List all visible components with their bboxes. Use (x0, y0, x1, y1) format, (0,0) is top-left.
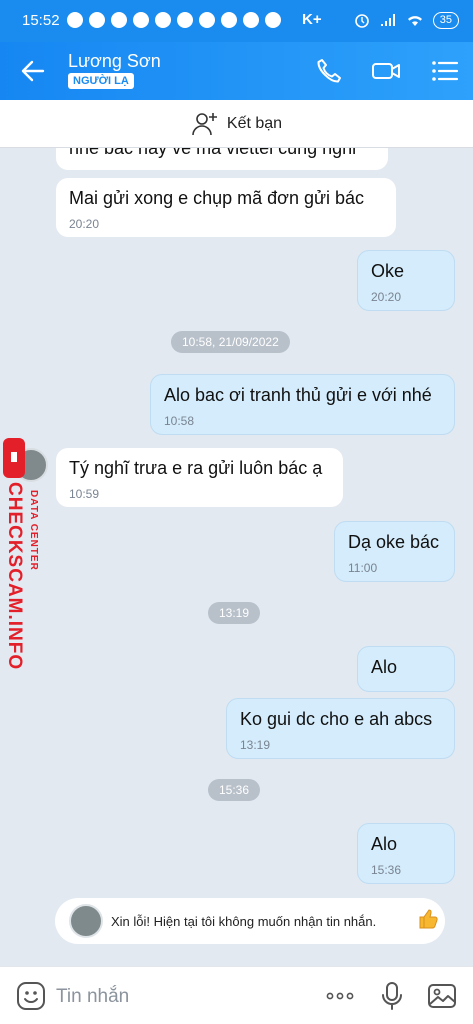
message-text: Mai gửi xong e chụp mã đơn gửi bác (69, 188, 365, 208)
date-separator: 13:19 (208, 602, 261, 624)
message-bubble[interactable]: Tý nghĩ trưa e ra gửi luôn bác ạ 10:59 (56, 448, 343, 507)
message-notification-icon (67, 12, 83, 28)
facebook-icon (89, 12, 105, 28)
contact-avatar (69, 904, 103, 938)
app-icon (243, 12, 259, 28)
message-text: Dạ oke bác (348, 532, 440, 552)
message-time: 10:59 (69, 487, 100, 501)
message-text: Oke (371, 261, 405, 281)
message-bubble[interactable]: Alo bac ơi tranh thủ gửi e với nhé 10:58 (150, 374, 455, 435)
thumbs-up-icon[interactable] (411, 902, 445, 936)
back-arrow-icon[interactable] (18, 56, 48, 86)
checkscam-watermark: CHECKSCAM.INFO DATA CENTER (3, 438, 39, 670)
menu-list-icon[interactable] (430, 56, 460, 86)
message-bubble[interactable]: nhé bác hay về mã viettel cũng nghỉ (56, 148, 388, 170)
phone-icon[interactable] (314, 56, 344, 86)
battery-indicator: 35 (432, 11, 459, 29)
message-input[interactable]: Tin nhắn (56, 986, 129, 1008)
facebook-icon (155, 12, 171, 28)
notification-icons (67, 12, 281, 28)
status-time: 15:52 (22, 12, 60, 29)
message-text: Tý nghĩ trưa e ra gửi luôn bác ạ (69, 458, 323, 478)
blocked-notice-text: Xin lỗi! Hiện tại tôi không muốn nhận ti… (111, 913, 377, 929)
message-bubble[interactable]: Dạ oke bác 11:00 (334, 521, 455, 582)
wifi-icon (407, 16, 422, 26)
alarm-icon (354, 14, 369, 28)
emoji-icon[interactable] (16, 981, 46, 1011)
facebook-icon (177, 12, 193, 28)
message-bubble[interactable]: Alo (357, 646, 455, 692)
tiktok-icon (199, 12, 215, 28)
add-friend-label: Kết bạn (226, 114, 283, 132)
image-icon[interactable] (427, 981, 457, 1011)
message-time: 20:20 (371, 290, 402, 304)
message-bubble[interactable]: Ko gui dc cho e ah abcs 13:19 (226, 698, 455, 759)
status-right: 35 (353, 11, 459, 29)
message-text: Alo (371, 657, 398, 677)
message-bubble[interactable]: Mai gửi xong e chụp mã đơn gửi bác 20:20 (56, 178, 396, 237)
chat-header: Lương Sơn NGƯỜI LẠ (0, 42, 473, 100)
message-bubble[interactable]: Alo 15:36 (357, 823, 455, 884)
status-bar: 15:52 K+ 35 (0, 0, 473, 42)
message-time: 20:20 (69, 217, 100, 231)
message-input-bar: Tin nhắn (0, 966, 473, 1024)
watermark-brand: CHECKSCAM.INFO (4, 482, 25, 670)
watermark-sub: DATA CENTER (28, 490, 39, 571)
contact-name[interactable]: Lương Sơn (68, 51, 161, 72)
microphone-icon[interactable] (377, 981, 407, 1011)
signal-icon (380, 14, 395, 26)
message-text: nhé bác hay về mã viettel cũng nghỉ (69, 148, 357, 158)
app-icon (221, 12, 237, 28)
video-call-icon[interactable] (371, 56, 401, 86)
stranger-badge: NGƯỜI LẠ (68, 73, 134, 89)
message-time: 15:36 (371, 863, 402, 877)
message-bubble[interactable]: Oke 20:20 (357, 250, 455, 311)
message-text: Alo (371, 834, 398, 854)
date-separator: 15:36 (208, 779, 261, 801)
facebook-icon (133, 12, 149, 28)
message-time: 13:19 (240, 738, 271, 752)
app-icon (265, 12, 281, 28)
message-text: Alo bac ơi tranh thủ gửi e với nhé (164, 385, 432, 405)
message-text: Ko gui dc cho e ah abcs (240, 709, 433, 729)
add-friend-bar[interactable]: Kết bạn (0, 100, 473, 148)
chat-area[interactable]: nhé bác hay về mã viettel cũng nghỉ Mai … (0, 148, 473, 966)
message-time: 11:00 (348, 561, 378, 575)
blocked-notice: Xin lỗi! Hiện tại tôi không muốn nhận ti… (55, 898, 445, 944)
message-time: 10:58 (164, 414, 195, 428)
more-options-icon[interactable] (325, 981, 355, 1011)
add-user-icon (192, 112, 217, 135)
carrier-badge: K+ (302, 11, 322, 28)
date-separator: 10:58, 21/09/2022 (171, 331, 290, 353)
facebook-icon (111, 12, 127, 28)
